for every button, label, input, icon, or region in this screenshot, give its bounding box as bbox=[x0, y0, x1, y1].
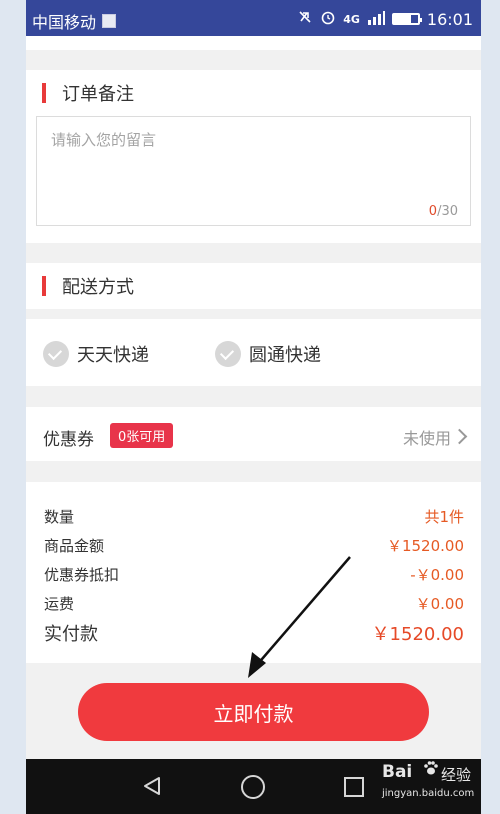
delivery-option-tiantian[interactable]: 天天快递 bbox=[43, 341, 149, 367]
battery-level bbox=[393, 15, 411, 23]
phone-screen: 中国移动 4G 16:01 订单备注 请输入您的留言 0/30 配送方式 天天快… bbox=[26, 0, 481, 814]
summary-row-total: 实付款 ￥1520.00 bbox=[44, 620, 464, 646]
total-label: 实付款 bbox=[44, 624, 98, 645]
carrier-name: 中国移动 bbox=[32, 13, 97, 32]
delivery-header: 配送方式 bbox=[26, 263, 481, 309]
coupon-available-badge: 0张可用 bbox=[110, 423, 174, 448]
delivery-option-label: 圆通快递 bbox=[249, 345, 321, 366]
coupon-label: 优惠券 bbox=[43, 430, 94, 450]
order-note-input[interactable]: 请输入您的留言 0/30 bbox=[36, 116, 471, 226]
coupon-row[interactable]: 优惠券 0张可用 未使用 bbox=[26, 407, 481, 461]
note-count-current: 0 bbox=[428, 204, 438, 219]
signal-icon bbox=[367, 10, 385, 29]
note-placeholder: 请输入您的留言 bbox=[51, 131, 157, 149]
baidu-jingyan-watermark: Bai 经验 jingyan.baidu.com bbox=[360, 760, 495, 808]
section-marker bbox=[42, 276, 46, 296]
pay-now-button[interactable]: 立即付款 bbox=[78, 683, 429, 741]
section-marker bbox=[42, 83, 46, 103]
summary-label: 运费 bbox=[44, 595, 75, 613]
home-icon[interactable] bbox=[241, 775, 265, 799]
summary-value: 共1件 bbox=[424, 508, 464, 526]
watermark-brand: Bai bbox=[382, 762, 413, 782]
order-note-title: 订单备注 bbox=[62, 84, 134, 105]
chevron-right-icon bbox=[451, 428, 468, 445]
radio-check-icon bbox=[43, 341, 69, 367]
status-right: 4G 16:01 bbox=[297, 9, 473, 29]
watermark-suffix: 经验 bbox=[441, 766, 472, 784]
delivery-option-yuantong[interactable]: 圆通快递 bbox=[215, 341, 321, 367]
watermark-url: jingyan.baidu.com bbox=[382, 788, 475, 799]
delivery-section: 配送方式 天天快递 圆通快递 bbox=[26, 263, 481, 386]
order-summary: 数量 共1件 商品金额 ￥1520.00 优惠券抵扣 -￥0.00 运费 ￥0.… bbox=[26, 482, 481, 663]
summary-label: 优惠券抵扣 bbox=[44, 566, 120, 584]
delivery-divider bbox=[26, 309, 481, 319]
status-left: 中国移动 bbox=[32, 9, 117, 33]
back-icon[interactable] bbox=[143, 776, 161, 796]
summary-row-coupon-deduction: 优惠券抵扣 -￥0.00 bbox=[44, 564, 464, 585]
summary-row-goods-amount: 商品金额 ￥1520.00 bbox=[44, 535, 464, 556]
note-count-max: /30 bbox=[437, 204, 458, 219]
summary-value: ￥0.00 bbox=[415, 595, 464, 613]
battery-icon bbox=[391, 13, 422, 25]
summary-value: ￥1520.00 bbox=[386, 537, 464, 555]
alarm-icon bbox=[320, 9, 336, 29]
summary-row-shipping: 运费 ￥0.00 bbox=[44, 593, 464, 614]
clock: 16:01 bbox=[426, 9, 473, 29]
summary-label: 数量 bbox=[44, 508, 75, 526]
order-note-header: 订单备注 bbox=[26, 70, 481, 116]
radio-check-icon bbox=[215, 341, 241, 367]
status-bar: 中国移动 4G 16:01 bbox=[26, 0, 481, 36]
summary-value: -￥0.00 bbox=[410, 566, 464, 584]
previous-section-bottom bbox=[26, 36, 481, 50]
delivery-title: 配送方式 bbox=[62, 277, 134, 298]
baidu-paw-icon bbox=[423, 760, 439, 776]
coupon-status: 未使用 bbox=[402, 429, 451, 448]
sim-icon bbox=[102, 14, 117, 28]
summary-label: 商品金额 bbox=[44, 537, 105, 555]
delivery-option-label: 天天快递 bbox=[77, 345, 149, 366]
note-char-counter: 0/30 bbox=[429, 204, 458, 219]
network-type: 4G bbox=[343, 12, 360, 26]
order-note-section: 订单备注 请输入您的留言 0/30 bbox=[26, 70, 481, 243]
total-value: ￥1520.00 bbox=[371, 624, 464, 645]
mute-icon bbox=[297, 9, 313, 29]
summary-row-quantity: 数量 共1件 bbox=[44, 506, 464, 527]
